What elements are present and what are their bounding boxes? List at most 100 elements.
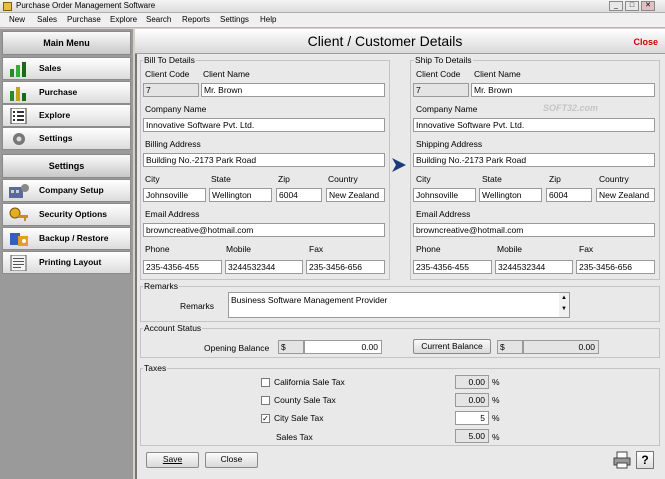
sidebar-item-label: Company Setup xyxy=(39,185,104,195)
save-button-label: Save xyxy=(162,454,183,464)
opening-balance-label: Opening Balance xyxy=(204,343,270,353)
current-balance-field: 0.00 xyxy=(523,340,599,354)
settings-header: Settings xyxy=(2,154,131,178)
city-tax-field[interactable]: 5 xyxy=(455,411,489,425)
menu-reports[interactable]: Reports xyxy=(182,15,210,24)
sidebar-item-label: Security Options xyxy=(39,209,108,219)
maximize-icon[interactable]: □ xyxy=(625,1,639,11)
city-tax-label: City Sale Tax xyxy=(274,413,324,423)
bill-to-group-label: Bill To Details xyxy=(143,55,196,65)
city-tax-unit: % xyxy=(492,413,500,423)
ship-client-name-field[interactable]: Mr. Brown xyxy=(471,83,655,97)
sidebar-item-backup-restore[interactable]: Backup / Restore xyxy=(2,227,131,250)
close-window-icon[interactable]: ✕ xyxy=(641,1,655,11)
ship-client-code-label: Client Code xyxy=(416,69,461,79)
bill-phone-field[interactable]: 235-4356-455 xyxy=(143,260,222,274)
close-page-link[interactable]: Close xyxy=(633,37,658,47)
bill-zip-field[interactable]: 6004 xyxy=(276,188,322,202)
county-tax-checkbox[interactable] xyxy=(261,396,270,405)
remarks-scrollbar[interactable]: ▲ ▼ xyxy=(559,293,569,317)
bill-city-label: City xyxy=(145,174,160,184)
bill-client-name-field[interactable]: Mr. Brown xyxy=(201,83,385,97)
bill-state-field[interactable]: Wellington xyxy=(209,188,272,202)
ship-phone-label: Phone xyxy=(416,244,441,254)
ship-email-label: Email Address xyxy=(416,209,471,219)
sales-tax-label: Sales Tax xyxy=(276,432,313,442)
bill-country-field[interactable]: New Zealand xyxy=(326,188,385,202)
ship-city-field[interactable]: Johnsoville xyxy=(413,188,476,202)
ship-mobile-field[interactable]: 3244532344 xyxy=(495,260,573,274)
sidebar-item-company-setup[interactable]: Company Setup xyxy=(2,179,131,202)
sidebar: Main Menu Sales Purchase Explore Setting… xyxy=(0,29,133,479)
sidebar-item-label: Sales xyxy=(39,63,62,73)
ship-company-name-field[interactable]: Innovative Software Pvt. Ltd. xyxy=(413,118,655,132)
sidebar-item-settings[interactable]: Settings xyxy=(2,127,131,150)
backup-restore-icon xyxy=(10,233,28,246)
menu-sales[interactable]: Sales xyxy=(37,15,57,24)
billing-address-field[interactable]: Building No.-2173 Park Road xyxy=(143,153,385,167)
shipping-address-field[interactable]: Building No.-2173 Park Road xyxy=(413,153,655,167)
ship-country-field[interactable]: New Zealand xyxy=(596,188,655,202)
menu-settings[interactable]: Settings xyxy=(220,15,249,24)
help-icon[interactable]: ? xyxy=(636,451,654,469)
opening-balance-field[interactable]: 0.00 xyxy=(304,340,382,354)
minimize-icon[interactable]: _ xyxy=(609,1,623,11)
sidebar-item-printing-layout[interactable]: Printing Layout xyxy=(2,251,131,274)
california-tax-unit: % xyxy=(492,377,500,387)
ship-state-field[interactable]: Wellington xyxy=(479,188,542,202)
sidebar-item-purchase[interactable]: Purchase xyxy=(2,81,131,104)
sidebar-item-security-options[interactable]: Security Options xyxy=(2,203,131,226)
menu-purchase[interactable]: Purchase xyxy=(67,15,101,24)
sales-tax-field: 5.00 xyxy=(455,429,489,443)
bill-country-label: Country xyxy=(328,174,358,184)
bill-client-code-field: 7 xyxy=(143,83,199,97)
page-title: Client / Customer Details xyxy=(307,33,463,49)
save-button[interactable]: Save xyxy=(146,452,199,468)
ship-mobile-label: Mobile xyxy=(497,244,523,254)
bill-client-code-label: Client Code xyxy=(145,69,190,79)
copy-address-arrow-icon[interactable] xyxy=(391,157,407,173)
ship-phone-field[interactable]: 235-4356-455 xyxy=(413,260,492,274)
bill-mobile-field[interactable]: 3244532344 xyxy=(225,260,303,274)
taxes-group xyxy=(140,368,660,446)
ship-zip-field[interactable]: 6004 xyxy=(546,188,592,202)
sidebar-item-explore[interactable]: Explore xyxy=(2,104,131,127)
ship-country-label: Country xyxy=(599,174,629,184)
close-button[interactable]: Close xyxy=(205,452,258,468)
ship-client-code-field: 7 xyxy=(413,83,469,97)
bill-fax-field[interactable]: 235-3456-656 xyxy=(306,260,385,274)
opening-currency: $ xyxy=(278,340,304,354)
main-menu-header: Main Menu xyxy=(2,31,131,55)
page-header: Client / Customer Details Close xyxy=(135,29,665,54)
menu-new[interactable]: New xyxy=(9,15,25,24)
california-tax-checkbox[interactable] xyxy=(261,378,270,387)
bill-city-field[interactable]: Johnsoville xyxy=(143,188,206,202)
ship-email-field[interactable]: browncreative@hotmail.com xyxy=(413,223,655,237)
bill-client-name-label: Client Name xyxy=(203,69,250,79)
company-setup-icon xyxy=(9,184,29,198)
remarks-textarea[interactable]: Business Software Management Provider xyxy=(228,292,570,318)
county-tax-label: County Sale Tax xyxy=(274,395,336,405)
sidebar-item-sales[interactable]: Sales xyxy=(2,57,131,80)
print-icon[interactable] xyxy=(613,451,631,469)
billing-address-label: Billing Address xyxy=(145,139,201,149)
current-balance-button[interactable]: Current Balance xyxy=(413,339,491,354)
menu-explore[interactable]: Explore xyxy=(110,15,137,24)
purchase-chart-icon xyxy=(10,87,26,101)
city-tax-checkbox[interactable]: ✓ xyxy=(261,414,270,423)
ship-fax-field[interactable]: 235-3456-656 xyxy=(576,260,655,274)
bill-company-name-field[interactable]: Innovative Software Pvt. Ltd. xyxy=(143,118,385,132)
menu-help[interactable]: Help xyxy=(260,15,276,24)
sidebar-item-label: Purchase xyxy=(39,87,78,97)
taxes-group-label: Taxes xyxy=(143,363,168,373)
bill-company-name-label: Company Name xyxy=(145,104,207,114)
ship-state-label: State xyxy=(482,174,502,184)
bill-fax-label: Fax xyxy=(309,244,324,254)
bill-email-field[interactable]: browncreative@hotmail.com xyxy=(143,223,385,237)
app-icon xyxy=(3,2,12,11)
menu-search[interactable]: Search xyxy=(146,15,171,24)
bill-phone-label: Phone xyxy=(145,244,170,254)
remarks-group-label: Remarks xyxy=(143,281,180,291)
current-currency: $ xyxy=(497,340,523,354)
bill-email-label: Email Address xyxy=(145,209,200,219)
